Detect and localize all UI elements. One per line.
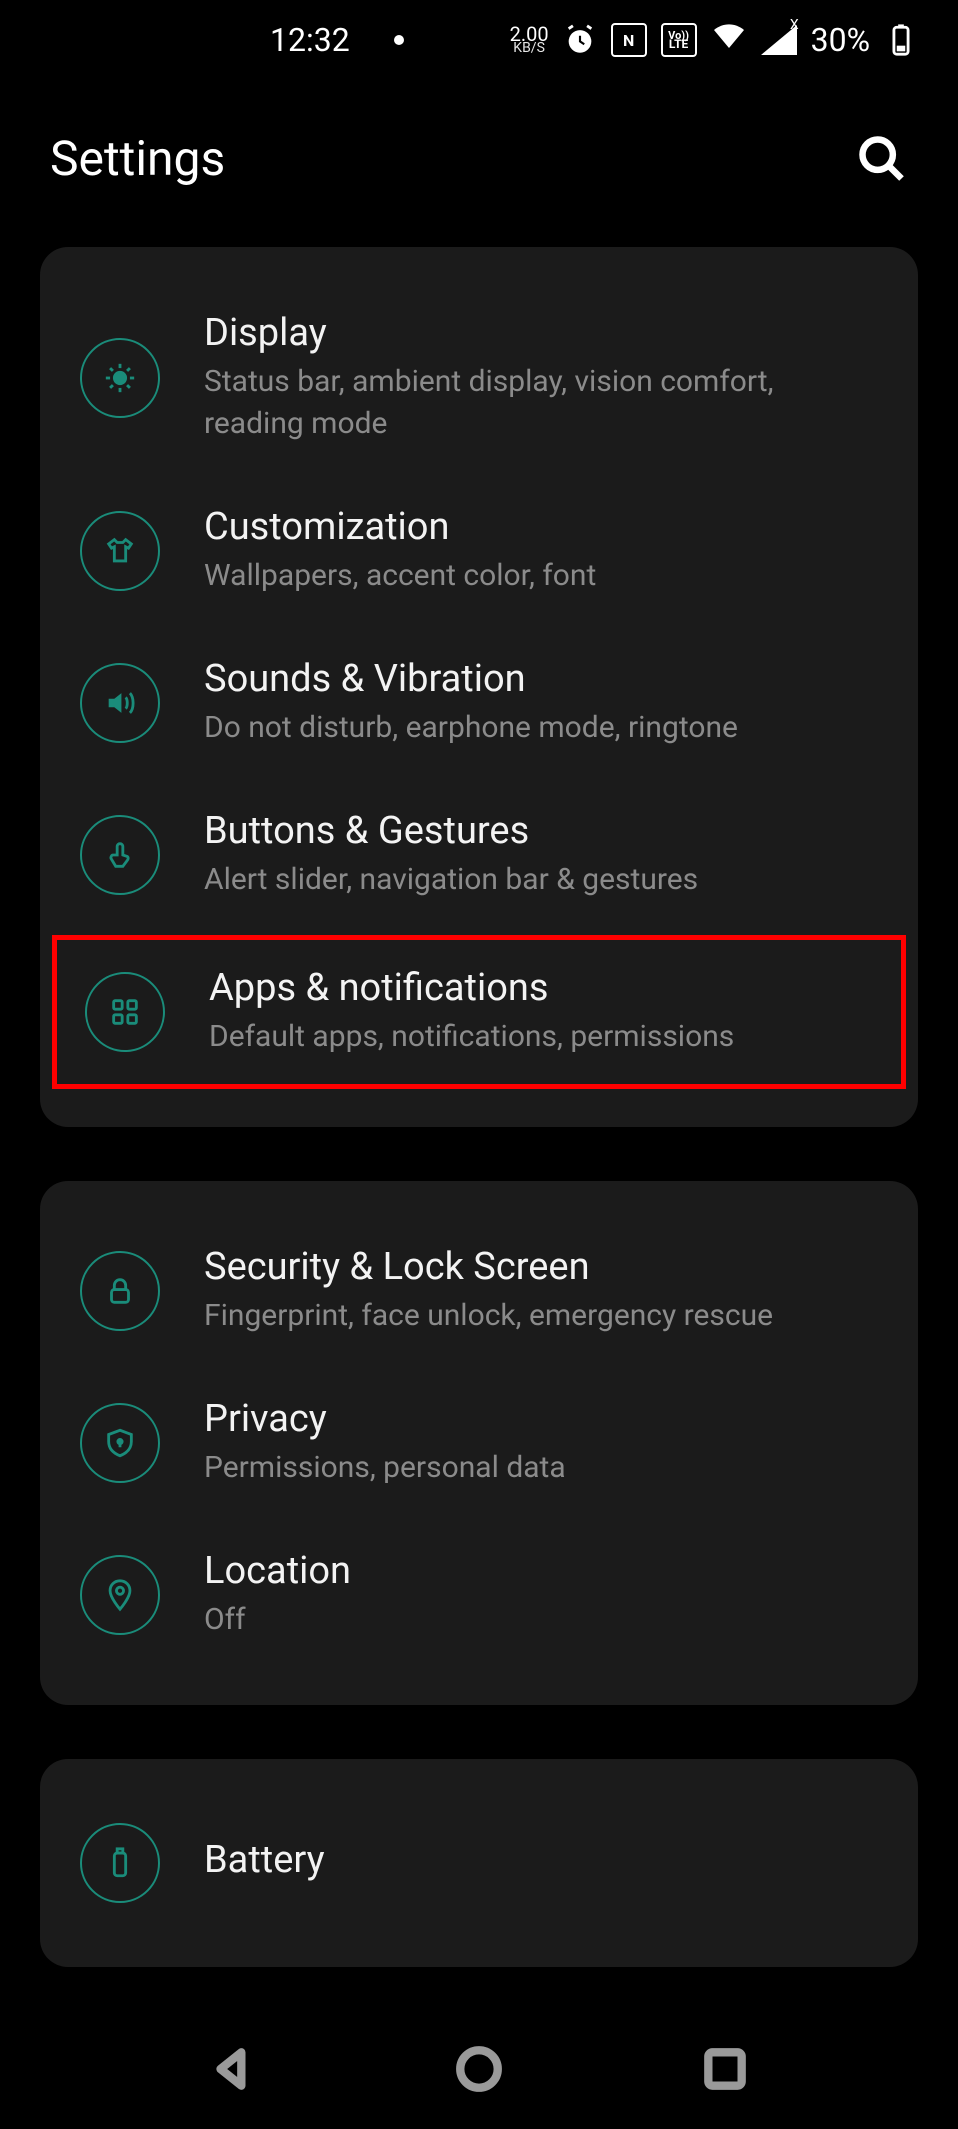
settings-row-battery[interactable]: Battery	[40, 1793, 918, 1933]
system-nav-bar	[0, 2009, 958, 2129]
settings-group: Security & Lock Screen Fingerprint, face …	[40, 1181, 918, 1705]
volte-icon: Vo)) LTE	[661, 23, 697, 57]
row-title: Security & Lock Screen	[204, 1245, 878, 1289]
back-button[interactable]	[203, 2039, 263, 2099]
row-subtitle: Fingerprint, face unlock, emergency resc…	[204, 1295, 878, 1337]
page-header: Settings	[0, 80, 958, 247]
row-title: Buttons & Gestures	[204, 809, 878, 853]
row-subtitle: Status bar, ambient display, vision comf…	[204, 361, 878, 445]
volte-bot: LTE	[669, 40, 688, 48]
settings-list: Display Status bar, ambient display, visi…	[0, 247, 958, 1967]
shield-icon	[80, 1403, 160, 1483]
recent-button[interactable]	[695, 2039, 755, 2099]
row-title: Privacy	[204, 1397, 878, 1441]
apps-icon	[85, 972, 165, 1052]
status-right: 2.00 KB/S N Vo)) LTE X 30%	[510, 18, 918, 62]
back-icon	[208, 2044, 258, 2094]
row-text: Apps & notifications Default apps, notifi…	[209, 966, 873, 1058]
settings-row-shirt[interactable]: Customization Wallpapers, accent color, f…	[40, 475, 918, 627]
battery-icon	[884, 23, 918, 57]
search-button[interactable]	[856, 133, 908, 185]
signal-badge: X	[790, 17, 799, 33]
row-subtitle: Alert slider, navigation bar & gestures	[204, 859, 878, 901]
pin-icon	[80, 1555, 160, 1635]
row-text: Customization Wallpapers, accent color, f…	[204, 505, 878, 597]
battery-icon	[80, 1823, 160, 1903]
brightness-icon	[80, 338, 160, 418]
settings-row-lock[interactable]: Security & Lock Screen Fingerprint, face …	[40, 1215, 918, 1367]
data-rate-indicator: 2.00 KB/S	[510, 26, 549, 55]
row-text: Location Off	[204, 1549, 878, 1641]
row-title: Battery	[204, 1838, 878, 1882]
row-title: Apps & notifications	[209, 966, 873, 1010]
page-title: Settings	[50, 130, 225, 187]
row-subtitle: Do not disturb, earphone mode, ringtone	[204, 707, 878, 749]
gesture-icon	[80, 815, 160, 895]
settings-row-pin[interactable]: Location Off	[40, 1519, 918, 1671]
status-bar: 12:32 2.00 KB/S N Vo)) LTE X 30%	[0, 0, 958, 80]
data-rate-unit: KB/S	[513, 43, 545, 55]
row-subtitle: Default apps, notifications, permissions	[209, 1016, 873, 1058]
settings-row-brightness[interactable]: Display Status bar, ambient display, visi…	[40, 281, 918, 475]
row-text: Security & Lock Screen Fingerprint, face …	[204, 1245, 878, 1337]
status-left: 12:32	[270, 21, 404, 59]
home-button[interactable]	[449, 2039, 509, 2099]
row-text: Privacy Permissions, personal data	[204, 1397, 878, 1489]
row-title: Display	[204, 311, 878, 355]
settings-row-shield[interactable]: Privacy Permissions, personal data	[40, 1367, 918, 1519]
row-text: Buttons & Gestures Alert slider, navigati…	[204, 809, 878, 901]
settings-row-apps[interactable]: Apps & notifications Default apps, notifi…	[52, 935, 906, 1089]
row-subtitle: Off	[204, 1599, 878, 1641]
battery-percent: 30%	[811, 21, 870, 59]
row-text: Battery	[204, 1838, 878, 1888]
lock-icon	[80, 1251, 160, 1331]
row-title: Location	[204, 1549, 878, 1593]
status-time: 12:32	[270, 21, 350, 59]
settings-row-volume[interactable]: Sounds & Vibration Do not disturb, earpho…	[40, 627, 918, 779]
shirt-icon	[80, 511, 160, 591]
row-text: Display Status bar, ambient display, visi…	[204, 311, 878, 445]
nfc-icon: N	[611, 23, 647, 57]
home-icon	[454, 2044, 504, 2094]
row-text: Sounds & Vibration Do not disturb, earpho…	[204, 657, 878, 749]
row-subtitle: Permissions, personal data	[204, 1447, 878, 1489]
wifi-icon	[711, 18, 747, 62]
row-title: Sounds & Vibration	[204, 657, 878, 701]
row-title: Customization	[204, 505, 878, 549]
search-icon	[856, 133, 908, 185]
notification-dot-icon	[394, 35, 404, 45]
cellular-signal-icon: X	[761, 25, 797, 55]
row-subtitle: Wallpapers, accent color, font	[204, 555, 878, 597]
volume-icon	[80, 663, 160, 743]
settings-group: Display Status bar, ambient display, visi…	[40, 247, 918, 1127]
alarm-icon	[563, 23, 597, 57]
settings-group: Battery	[40, 1759, 918, 1967]
recent-icon	[700, 2044, 750, 2094]
settings-row-gesture[interactable]: Buttons & Gestures Alert slider, navigati…	[40, 779, 918, 931]
